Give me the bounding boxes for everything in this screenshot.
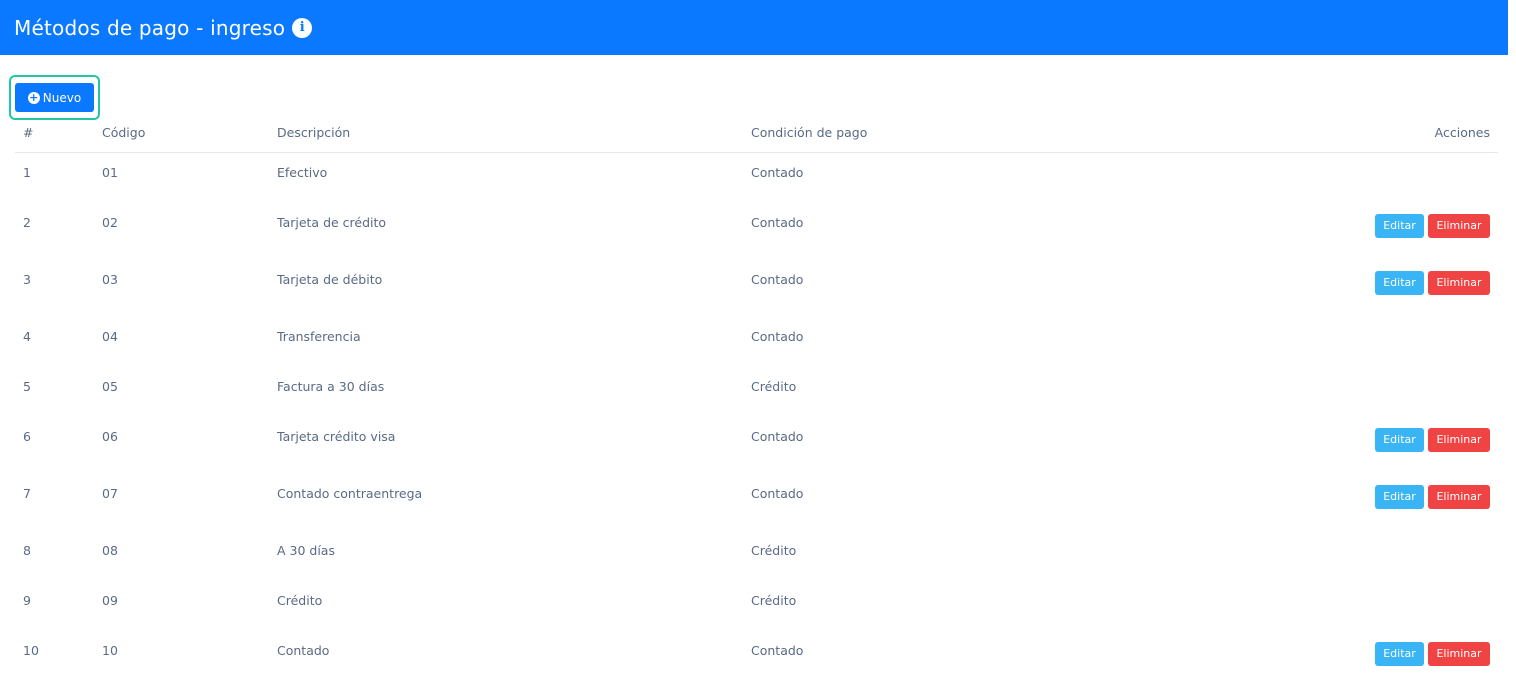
table-row: 5 05 Factura a 30 días Crédito [15, 367, 1498, 417]
table-row: 1 01 Efectivo Contado [15, 153, 1498, 204]
cell-actions [1251, 531, 1498, 581]
cell-code: 03 [102, 272, 118, 287]
cell-condition: Contado [751, 429, 804, 444]
cell-number: 6 [23, 429, 31, 444]
table-row: 7 07 Contado contraentrega Contado Editar Eli… [15, 474, 1498, 531]
cell-description: Transferencia [277, 329, 361, 344]
cell-actions: Editar Eliminar [1251, 474, 1498, 531]
payment-methods-table: # Código Descripción Condición de pago A… [15, 113, 1498, 688]
delete-button[interactable]: Eliminar [1428, 214, 1490, 238]
table-row: 10 10 Contado Contado Editar Eliminar [15, 631, 1498, 688]
plus-circle-icon: + [27, 91, 40, 104]
cell-number: 9 [23, 593, 31, 608]
cell-condition: Crédito [751, 543, 797, 558]
page-title: Métodos de pago - ingreso [14, 15, 286, 40]
cell-description: Tarjeta crédito visa [277, 429, 396, 444]
column-header-number: # [15, 113, 102, 153]
cell-code: 02 [102, 215, 118, 230]
cell-actions [1251, 367, 1498, 417]
delete-button[interactable]: Eliminar [1428, 485, 1490, 509]
column-header-description: Descripción [277, 113, 751, 153]
delete-button[interactable]: Eliminar [1428, 428, 1490, 452]
cell-code: 06 [102, 429, 118, 444]
edit-button[interactable]: Editar [1375, 485, 1424, 509]
cell-code: 09 [102, 593, 118, 608]
cell-number: 2 [23, 215, 31, 230]
cell-condition: Contado [751, 215, 804, 230]
table-row: 8 08 A 30 días Crédito [15, 531, 1498, 581]
table-row: 2 02 Tarjeta de crédito Contado Editar Elimin… [15, 203, 1498, 260]
cell-code: 10 [102, 643, 118, 658]
table-row: 9 09 Crédito Crédito [15, 581, 1498, 631]
delete-button[interactable]: Eliminar [1428, 271, 1490, 295]
cell-actions: Editar Eliminar [1251, 203, 1498, 260]
cell-condition: Contado [751, 272, 804, 287]
cell-actions [1251, 153, 1498, 204]
cell-condition: Contado [751, 643, 804, 658]
cell-number: 10 [23, 643, 39, 658]
edit-button[interactable]: Editar [1375, 642, 1424, 666]
cell-condition: Crédito [751, 593, 797, 608]
cell-code: 07 [102, 486, 118, 501]
cell-number: 8 [23, 543, 31, 558]
cell-number: 3 [23, 272, 31, 287]
cell-actions: Editar Eliminar [1251, 631, 1498, 688]
cell-description: Tarjeta de crédito [277, 215, 387, 230]
edit-button[interactable]: Editar [1375, 214, 1424, 238]
cell-number: 7 [23, 486, 31, 501]
column-header-code: Código [102, 113, 277, 153]
cell-actions: Editar Eliminar [1251, 417, 1498, 474]
edit-button[interactable]: Editar [1375, 271, 1424, 295]
cell-actions: Editar Eliminar [1251, 260, 1498, 317]
column-header-condition: Condición de pago [751, 113, 1251, 153]
cell-description: Contado [277, 643, 330, 658]
new-button[interactable]: + Nuevo [15, 83, 94, 112]
cell-actions [1251, 581, 1498, 631]
cell-code: 01 [102, 165, 118, 180]
cell-description: Contado contraentrega [277, 486, 423, 501]
table-row: 4 04 Transferencia Contado [15, 317, 1498, 367]
page-header: Métodos de pago - ingreso i [0, 0, 1508, 55]
cell-condition: Crédito [751, 379, 797, 394]
cell-code: 05 [102, 379, 118, 394]
cell-number: 5 [23, 379, 31, 394]
table-row: 6 06 Tarjeta crédito visa Contado Editar Elim… [15, 417, 1498, 474]
cell-condition: Contado [751, 329, 804, 344]
edit-button[interactable]: Editar [1375, 428, 1424, 452]
cell-actions [1251, 317, 1498, 367]
cell-description: Factura a 30 días [277, 379, 385, 394]
table-header-row: # Código Descripción Condición de pago A… [15, 113, 1498, 153]
cell-description: Crédito [277, 593, 323, 608]
cell-description: Tarjeta de débito [277, 272, 383, 287]
cell-number: 4 [23, 329, 31, 344]
info-icon[interactable]: i [292, 17, 313, 38]
cell-condition: Contado [751, 486, 804, 501]
cell-code: 08 [102, 543, 118, 558]
cell-description: A 30 días [277, 543, 335, 558]
cell-condition: Contado [751, 165, 804, 180]
cell-code: 04 [102, 329, 118, 344]
cell-description: Efectivo [277, 165, 328, 180]
table-row: 3 03 Tarjeta de débito Contado Editar Elimina… [15, 260, 1498, 317]
cell-number: 1 [23, 165, 31, 180]
new-button-label: Nuevo [42, 90, 82, 105]
delete-button[interactable]: Eliminar [1428, 642, 1490, 666]
column-header-actions: Acciones [1251, 113, 1498, 153]
